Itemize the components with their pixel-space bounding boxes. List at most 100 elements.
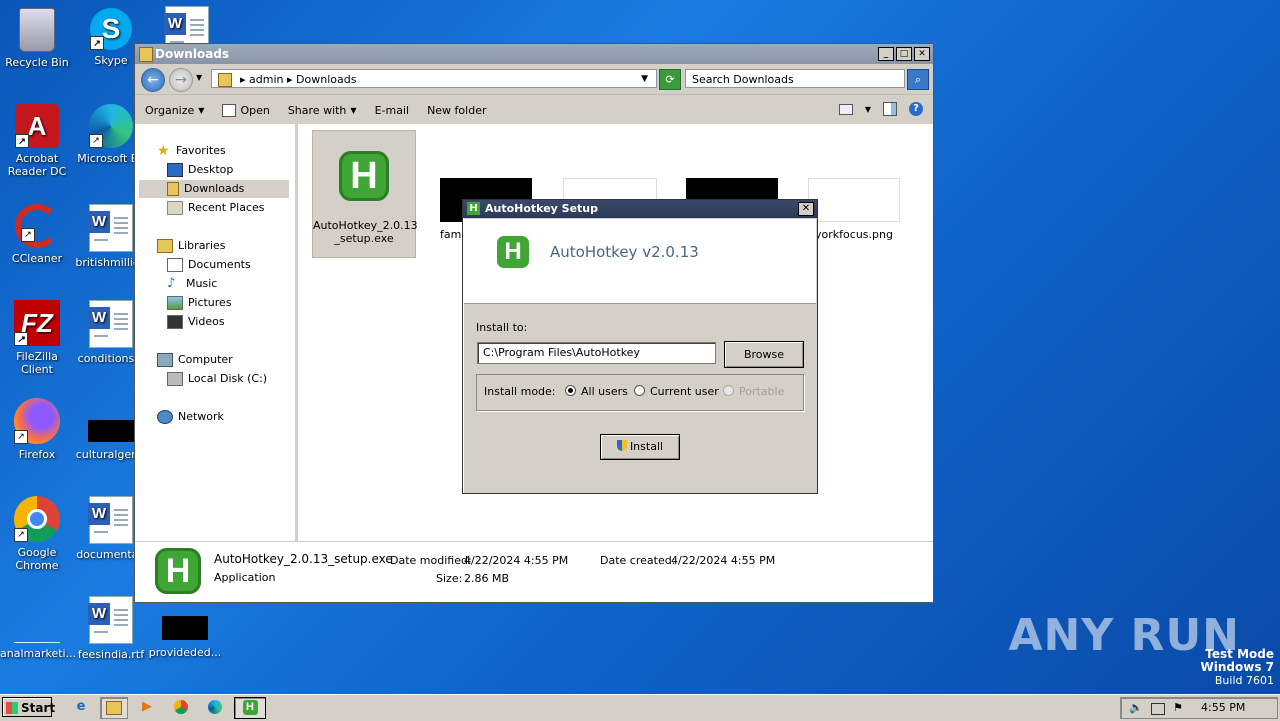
share-with-button[interactable]: Share with ▼ (288, 104, 357, 117)
organize-button[interactable]: Organize ▼ (145, 104, 204, 117)
nav-computer[interactable]: Computer (157, 351, 233, 369)
word-document-icon (88, 300, 133, 348)
install-path-input[interactable]: C:\Program Files\AutoHotkey (477, 342, 716, 364)
nav-recent-places[interactable]: Recent Places (167, 199, 265, 217)
ie-icon[interactable]: e (68, 697, 94, 717)
filezilla-icon: FZ ↗ (14, 300, 60, 346)
dialog-heading: AutoHotkey v2.0.13 (550, 243, 699, 261)
open-button[interactable]: Open (222, 103, 270, 117)
file-item-autohotkey-setup[interactable]: H AutoHotkey_2.0.13 _setup.exe (312, 130, 418, 258)
autohotkey-icon: H (497, 236, 529, 268)
dialog-close-button[interactable]: ✕ (798, 202, 814, 216)
skype-icon: S ↗ (90, 8, 132, 50)
back-button[interactable]: ← (141, 68, 165, 92)
radio-button-icon (565, 385, 576, 396)
maximize-button[interactable]: □ (896, 47, 912, 61)
chrome-icon: ↗ (14, 496, 60, 542)
dialog-titlebar[interactable]: H AutoHotkey Setup ✕ (463, 200, 817, 218)
desktop-icon-label: provideded... (148, 646, 222, 659)
change-view-icon[interactable] (838, 103, 853, 115)
system-tray: 🔈 ⚑ 4:55 PM (1120, 697, 1278, 719)
view-dropdown-icon[interactable]: ▼ (865, 105, 871, 114)
network-tray-icon[interactable] (1151, 703, 1165, 715)
close-button[interactable]: ✕ (914, 47, 930, 61)
breadcrumb-downloads[interactable]: Downloads (296, 73, 356, 86)
nav-network[interactable]: Network (157, 408, 224, 426)
shield-icon (616, 440, 627, 451)
browse-button[interactable]: Browse (724, 341, 804, 368)
install-button[interactable]: Install (600, 434, 680, 460)
file-item-yorkfocus[interactable]: yorkfocus.png (808, 178, 900, 248)
details-file-type: Application (214, 571, 276, 584)
desktop-icon-firefox[interactable]: ↗ Firefox (0, 398, 74, 461)
details-size-label: Size: (436, 572, 463, 585)
clock[interactable]: 4:55 PM (1201, 698, 1245, 718)
redacted-thumbnail (88, 398, 134, 444)
window-title: Downloads (155, 47, 230, 61)
breadcrumb-admin[interactable]: admin (249, 73, 283, 86)
help-icon[interactable]: ? (909, 102, 923, 116)
test-mode-text: Test Mode Windows 7 Build 7601 (1200, 648, 1274, 688)
nav-documents[interactable]: Documents (167, 256, 251, 274)
radio-current-user[interactable]: Current user (634, 385, 719, 398)
desktop-icon-recycle-bin[interactable]: Recycle Bin (0, 8, 74, 69)
desktop-icon-label: FileZilla Client (16, 350, 58, 376)
nav-pictures[interactable]: Pictures (167, 294, 232, 312)
dialog-title: AutoHotkey Setup (485, 202, 599, 215)
disk-icon (167, 372, 183, 386)
music-icon: ♪ (167, 276, 176, 291)
desktop-icon-feesindia[interactable]: feesindia.rtf (74, 596, 148, 661)
edge-taskbar-icon[interactable] (202, 697, 228, 717)
file-name: yorkfocus.png (815, 228, 893, 241)
acrobat-icon: A ↗ (15, 104, 59, 148)
radio-all-users[interactable]: All users (565, 385, 628, 398)
nav-music[interactable]: ♪ Music (167, 275, 217, 293)
desktop-icon (167, 163, 183, 177)
nav-local-disk[interactable]: Local Disk (C:) (167, 370, 267, 388)
autohotkey-icon: H (155, 548, 201, 594)
nav-videos[interactable]: Videos (167, 313, 225, 331)
autohotkey-taskbar-icon[interactable]: H (234, 697, 266, 719)
file-name: AutoHotkey_2.0.13 _setup.exe (313, 219, 418, 245)
action-center-flag-icon[interactable]: ⚑ (1173, 698, 1183, 718)
new-folder-button[interactable]: New folder (427, 104, 486, 117)
desktop-icon-ccleaner[interactable]: ↗ CCleaner (0, 204, 74, 265)
desktop-icon-acrobat[interactable]: A ↗ Acrobat Reader DC (0, 104, 74, 178)
command-toolbar: Organize ▼ Open Share with ▼ E-mail New fo… (135, 94, 933, 125)
refresh-icon[interactable]: ⟳ (659, 69, 681, 90)
nav-favorites[interactable]: ★ Favorites (157, 142, 226, 160)
dialog-header: H AutoHotkey v2.0.13 (464, 219, 816, 304)
preview-pane-icon[interactable] (883, 102, 897, 116)
address-dropdown-icon[interactable]: ▼ (641, 70, 648, 89)
explorer-taskbar-icon[interactable] (100, 697, 128, 719)
ccleaner-icon: ↗ (15, 204, 59, 248)
chrome-taskbar-icon[interactable] (168, 697, 194, 717)
volume-icon[interactable]: 🔈 (1129, 698, 1143, 718)
nav-libraries[interactable]: Libraries (157, 237, 226, 255)
radio-portable[interactable]: Portable (723, 385, 784, 398)
desktop-icon-label: CCleaner (11, 252, 63, 265)
desktop-icon-label: feesindia.rtf (77, 648, 145, 661)
desktop-icon-provideded[interactable]: provideded... (148, 596, 222, 659)
address-field[interactable]: ▸ admin ▸ Downloads ▼ (211, 69, 657, 88)
desktop-icon-analmarketi[interactable]: analmarketi... (0, 596, 76, 660)
desktop-icon-filezilla[interactable]: FZ ↗ FileZilla Client (0, 300, 74, 376)
search-input[interactable]: Search Downloads (685, 69, 905, 88)
minimize-button[interactable]: _ (878, 47, 894, 61)
network-icon (157, 410, 173, 424)
documents-icon (167, 258, 183, 272)
windows-version-line: Windows 7 (1200, 660, 1274, 674)
email-button[interactable]: E-mail (375, 104, 410, 117)
desktop-icon-chrome[interactable]: ↗ Google Chrome (0, 496, 74, 572)
media-player-icon[interactable]: ▶ (134, 697, 160, 717)
details-created-label: Date created: (600, 554, 676, 567)
nav-downloads[interactable]: Downloads (139, 180, 289, 198)
search-icon[interactable]: ⌕ (907, 69, 929, 90)
explorer-titlebar[interactable]: Downloads _ □ ✕ (135, 44, 933, 64)
edge-icon: ↗ (89, 104, 133, 148)
install-to-label: Install to: (476, 321, 528, 334)
history-dropdown-icon[interactable]: ▼ (196, 73, 202, 82)
nav-desktop[interactable]: Desktop (167, 161, 233, 179)
forward-button[interactable]: → (169, 68, 193, 92)
start-button[interactable]: Start (2, 697, 55, 717)
